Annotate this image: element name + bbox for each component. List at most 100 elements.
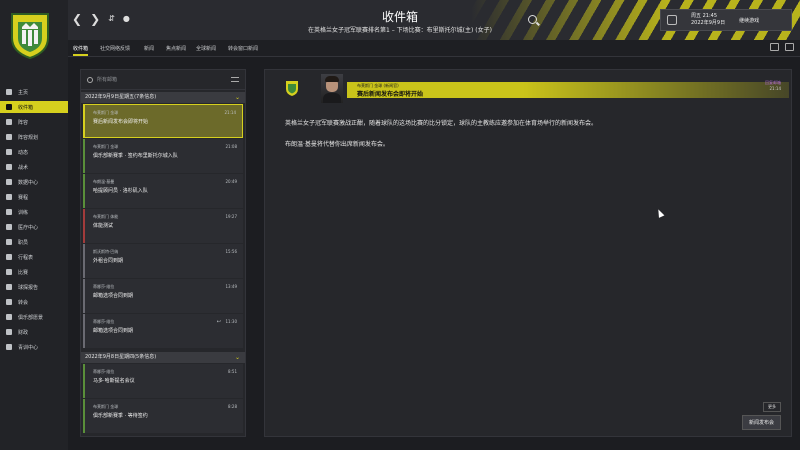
message-subject: 俱乐部新赛季 · 签约布里斯托尔城入队 <box>93 153 178 159</box>
sidebar-item-icon <box>6 254 12 260</box>
sidebar-item-label: 阵容规划 <box>18 134 39 141</box>
message-time: 13:49 <box>225 284 237 289</box>
sidebar-item-label: 数据中心 <box>18 179 39 186</box>
sidebar-item[interactable]: 阵容规划 <box>0 131 68 143</box>
message-item[interactable]: 斯沃斯特·巴纳 外租合同到期 15:56 <box>83 244 243 278</box>
sidebar-item-label: 主页 <box>18 89 29 96</box>
message-item[interactable]: 布莱斯门 金球 赛后新闻发布会即将开始 21:14 <box>83 104 243 138</box>
sidebar-item-label: 职员 <box>18 239 29 246</box>
sidebar-item[interactable]: 青训中心 <box>0 341 68 353</box>
date-group-label: 2022年9月9日星期五(7条信息) <box>85 94 157 100</box>
tab-tools <box>770 43 794 51</box>
sidebar-item[interactable]: 职员 <box>0 236 68 248</box>
tab-transfer-news[interactable]: 转会窗口新闻 <box>228 45 258 52</box>
search-icon <box>87 77 93 83</box>
date-group-header[interactable]: 2022年9月8日星期四(5条信息) ⌄ <box>81 352 245 363</box>
date-day: 2022年9月9日 <box>691 20 726 26</box>
sidebar-item-label: 医疗中心 <box>18 224 39 231</box>
message-subject: 俱乐部新赛季 · 等待签约 <box>93 413 148 419</box>
press-conference-button[interactable]: 新闻发布会 <box>741 415 781 430</box>
tab-inbox[interactable]: 收件箱 <box>73 45 89 56</box>
message-sender: 布莱斯门 金球 <box>93 110 119 115</box>
message-item[interactable]: 布莱斯门 金球 俱乐部新赛季 · 签约布里斯托尔城入队 21:08 <box>83 139 243 173</box>
sidebar-item-label: 战术 <box>18 164 29 171</box>
sidebar-item-icon <box>6 224 12 230</box>
message-subject: 体能测试 <box>93 223 114 229</box>
sidebar-item-icon <box>6 119 12 125</box>
screen-icon[interactable] <box>770 43 779 51</box>
message-sender: 布莱斯门 金球 <box>93 404 119 409</box>
body-paragraph: 英格兰女子冠军联赛激战正酣，随着球队的这场比赛的比分锁定，球队的主教练应邀参加在… <box>285 120 598 127</box>
flag-icon[interactable] <box>785 43 794 51</box>
message-item[interactable]: 蒂娜莎·维拉 马多·哈斯提名会议 8:51 <box>83 364 243 398</box>
sidebar-item-icon <box>6 284 12 290</box>
message-time: 21:14 <box>224 110 236 115</box>
date-time: 周五 21:45 <box>691 13 717 19</box>
club-crest-icon[interactable] <box>8 8 52 60</box>
list-menu-icon[interactable] <box>231 77 239 82</box>
continue-button[interactable]: 继续游戏 <box>739 17 759 24</box>
sidebar-item[interactable]: 战术 <box>0 161 68 173</box>
sidebar-item-label: 收件箱 <box>18 104 34 111</box>
sidebar-item[interactable]: 财政 <box>0 326 68 338</box>
more-dropdown[interactable]: 更多 <box>763 402 781 412</box>
sidebar-item-label: 比赛 <box>18 269 29 276</box>
message-sender: 布莱斯门 金球 <box>93 144 119 149</box>
sidebar-item-icon <box>6 209 12 215</box>
sidebar-item[interactable]: 俱乐部愿景 <box>0 311 68 323</box>
sidebar-item-label: 青训中心 <box>18 344 39 351</box>
message-subject: 外租合同到期 <box>93 258 124 264</box>
sidebar-item[interactable]: 阵容 <box>0 116 68 128</box>
sidebar-item[interactable]: 收件箱 <box>0 101 68 113</box>
sidebar-item-label: 赛程 <box>18 194 29 201</box>
message-time: 21:08 <box>225 144 237 149</box>
sidebar-item-icon <box>6 164 12 170</box>
message-item[interactable]: 蒂娜莎·维拉 邮箱选项合同到期 13:49 <box>83 279 243 313</box>
top-bar: ❮ ❯ ⇵ ● 收件箱 在英格兰女子冠军联赛排名第1 – 下场比赛：布里斯托尔城… <box>0 0 800 40</box>
sidebar-item-icon <box>6 329 12 335</box>
message-sender: 蒂娜莎·维拉 <box>93 319 115 324</box>
sidebar-item[interactable]: 训练 <box>0 206 68 218</box>
message-sender: 蒂娜莎·维拉 <box>93 369 115 374</box>
message-subject: 哈提顾问员 · 洛杉矶入队 <box>93 188 148 194</box>
sidebar-item-label: 行程表 <box>18 254 34 261</box>
sidebar-item[interactable]: 主页 <box>0 86 68 98</box>
sidebar-item[interactable]: 球探报告 <box>0 281 68 293</box>
reader-time: 21:14 <box>769 86 781 91</box>
sidebar-item[interactable]: 赛程 <box>0 191 68 203</box>
message-item[interactable]: 布莱斯门 金球 俱乐部新赛季 · 等待签约 8:28 <box>83 399 243 433</box>
sidebar-item[interactable]: 比赛 <box>0 266 68 278</box>
message-time: 19:27 <box>225 214 237 219</box>
message-item[interactable]: 布莱斯门 体能 体能测试 19:27 <box>83 209 243 243</box>
date-group-header[interactable]: 2022年9月9日星期五(7条信息) ⌄ <box>81 92 245 103</box>
sidebar-item-icon <box>6 194 12 200</box>
message-search[interactable]: 所有邮箱 <box>81 70 245 90</box>
sidebar-item-label: 转会 <box>18 299 29 306</box>
sidebar-item[interactable]: 转会 <box>0 296 68 308</box>
message-body: 英格兰女子冠军联赛激战正酣，随着球队的这场比赛的比分锁定，球队的主教练应邀参加在… <box>285 118 785 160</box>
tab-bar: 收件箱 社交网络反馈 新闻 焦点新闻 全球新闻 转会窗口新闻 <box>68 40 800 57</box>
message-actions: 更多 新闻发布会 <box>741 402 781 430</box>
tab-news[interactable]: 新闻 <box>144 45 154 52</box>
message-time: 15:56 <box>225 249 237 254</box>
sidebar-item[interactable]: 行程表 <box>0 251 68 263</box>
message-subject: 马多·哈斯提名会议 <box>93 378 135 384</box>
sidebar-item[interactable]: 数据中心 <box>0 176 68 188</box>
message-time: 11:30 <box>225 319 237 324</box>
message-item[interactable]: 蒂娜莎·维拉 邮箱选项合同到期 ↩ 11:30 <box>83 314 243 348</box>
sidebar-item-label: 球探报告 <box>18 284 39 291</box>
message-item[interactable]: 布朗温·基曼 哈提顾问员 · 洛杉矶入队 20:49 <box>83 174 243 208</box>
sidebar-item-icon <box>6 89 12 95</box>
tab-world-news[interactable]: 全球新闻 <box>196 45 216 52</box>
tab-headline-news[interactable]: 焦点新闻 <box>166 45 186 52</box>
reader-subject: 赛后新闻发布会即将开始 <box>357 91 424 98</box>
tab-social-feedback[interactable]: 社交网络反馈 <box>100 45 130 52</box>
sidebar-item[interactable]: 医疗中心 <box>0 221 68 233</box>
date-continue-box[interactable]: 周五 21:45 2022年9月9日 继续游戏 <box>660 9 792 31</box>
message-time: 8:28 <box>228 404 237 409</box>
search-icon[interactable] <box>528 15 537 24</box>
sender-avatar <box>321 74 343 103</box>
sidebar-item[interactable]: 动态 <box>0 146 68 158</box>
sidebar-item-icon <box>6 299 12 305</box>
sidebar-item-label: 训练 <box>18 209 29 216</box>
